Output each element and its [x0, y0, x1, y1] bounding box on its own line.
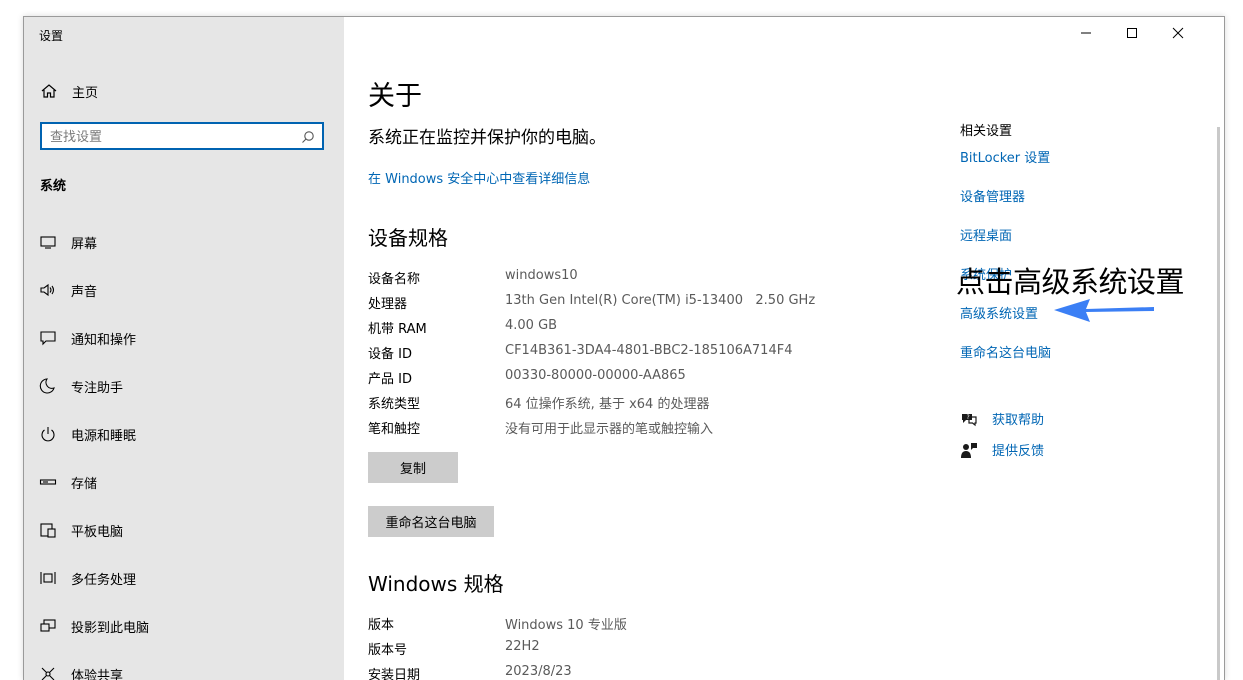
spec-label: 安装日期 [368, 664, 420, 680]
project-icon [39, 617, 57, 635]
home-label: 主页 [72, 82, 98, 101]
window-title: 设置 [39, 27, 63, 44]
speaker-icon [39, 281, 57, 299]
spec-label: 版本 [368, 614, 394, 633]
spec-value: 22H2 [505, 639, 540, 654]
sidebar-item-shared-experiences[interactable]: 体验共享 [24, 654, 344, 680]
storage-icon [39, 473, 57, 491]
feedback-icon [960, 441, 978, 459]
sidebar-item-notifications[interactable]: 通知和操作 [24, 318, 344, 358]
spec-value: Windows 10 专业版 [505, 614, 627, 633]
sidebar-item-power[interactable]: 电源和睡眠 [24, 414, 344, 454]
related-settings-heading: 相关设置 [960, 120, 1012, 139]
share-icon [39, 665, 57, 680]
minimize-icon [1080, 27, 1092, 39]
scrollbar[interactable] [1217, 127, 1220, 680]
security-status-text: 系统正在监控并保护你的电脑。 [368, 123, 606, 148]
spec-value: 13th Gen Intel(R) Core(TM) i5-13400 2.50… [505, 293, 815, 308]
sidebar: 设置 主页 系统 屏幕 声音 [24, 17, 344, 680]
sidebar-item-label: 声音 [71, 281, 97, 300]
sidebar-item-label: 电源和睡眠 [71, 425, 136, 444]
spec-label: 处理器 [368, 293, 407, 312]
spec-value: 2023/8/23 [505, 664, 572, 679]
spec-value: 4.00 GB [505, 318, 557, 333]
notification-icon [39, 329, 57, 347]
sidebar-item-label: 平板电脑 [71, 521, 123, 540]
annotation-arrow-icon [1050, 293, 1160, 327]
maximize-icon [1126, 27, 1138, 39]
sidebar-item-sound[interactable]: 声音 [24, 270, 344, 310]
settings-window: 设置 主页 系统 屏幕 声音 [23, 16, 1225, 680]
sidebar-item-project[interactable]: 投影到此电脑 [24, 606, 344, 646]
spec-label: 设备名称 [368, 268, 420, 287]
home-icon [40, 82, 58, 100]
sidebar-item-label: 体验共享 [71, 665, 123, 680]
spec-label: 版本号 [368, 639, 407, 658]
maximize-button[interactable] [1109, 17, 1155, 49]
bitlocker-link[interactable]: BitLocker 设置 [960, 147, 1050, 166]
device-manager-link[interactable]: 设备管理器 [960, 186, 1025, 205]
power-icon [39, 425, 57, 443]
spec-label: 设备 ID [368, 343, 412, 362]
sidebar-item-label: 存储 [71, 473, 97, 492]
help-icon: ? [960, 410, 978, 428]
sidebar-item-label: 专注助手 [71, 377, 123, 396]
copy-button[interactable]: 复制 [368, 452, 458, 483]
close-icon [1172, 27, 1184, 39]
get-help-label: 获取帮助 [992, 409, 1044, 428]
main-content: 关于 系统正在监控并保护你的电脑。 在 Windows 安全中心中查看详细信息 … [344, 17, 1224, 680]
sidebar-item-label: 投影到此电脑 [71, 617, 149, 636]
feedback-link[interactable]: 提供反馈 [960, 440, 1044, 459]
spec-label: 系统类型 [368, 393, 420, 412]
sidebar-item-storage[interactable]: 存储 [24, 462, 344, 502]
minimize-button[interactable] [1063, 17, 1109, 49]
tablet-icon [39, 521, 57, 539]
spec-value: 没有可用于此显示器的笔或触控输入 [505, 418, 713, 437]
moon-icon [39, 377, 57, 395]
sidebar-item-label: 屏幕 [71, 233, 97, 252]
spec-label: 机带 RAM [368, 318, 427, 337]
rename-pc-button[interactable]: 重命名这台电脑 [368, 506, 494, 537]
feedback-label: 提供反馈 [992, 440, 1044, 459]
security-center-link[interactable]: 在 Windows 安全中心中查看详细信息 [368, 168, 590, 187]
multitask-icon [39, 569, 57, 587]
search-icon[interactable] [301, 129, 315, 143]
sidebar-item-home[interactable]: 主页 [40, 81, 98, 101]
get-help-link[interactable]: ? 获取帮助 [960, 409, 1044, 428]
rename-pc-link[interactable]: 重命名这台电脑 [960, 342, 1051, 361]
sidebar-item-tablet[interactable]: 平板电脑 [24, 510, 344, 550]
monitor-icon [39, 233, 57, 251]
page-title: 关于 [368, 74, 422, 113]
section-title: 系统 [40, 175, 66, 194]
sidebar-item-display[interactable]: 屏幕 [24, 222, 344, 262]
spec-value: CF14B361-3DA4-4801-BBC2-185106A714F4 [505, 343, 792, 358]
sidebar-item-label: 通知和操作 [71, 329, 136, 348]
spec-value: windows10 [505, 268, 578, 283]
remote-desktop-link[interactable]: 远程桌面 [960, 225, 1012, 244]
spec-label: 产品 ID [368, 368, 412, 387]
windows-specs-heading: Windows 规格 [368, 568, 504, 597]
close-button[interactable] [1155, 17, 1201, 49]
spec-value: 00330-80000-00000-AA865 [505, 368, 686, 383]
spec-value: 64 位操作系统, 基于 x64 的处理器 [505, 393, 709, 412]
device-specs-heading: 设备规格 [368, 222, 448, 251]
search-input[interactable] [48, 127, 302, 147]
sidebar-item-multitasking[interactable]: 多任务处理 [24, 558, 344, 598]
sidebar-item-label: 多任务处理 [71, 569, 136, 588]
search-box[interactable] [40, 122, 324, 150]
sidebar-item-focus-assist[interactable]: 专注助手 [24, 366, 344, 406]
spec-label: 笔和触控 [368, 418, 420, 437]
advanced-system-settings-link[interactable]: 高级系统设置 [960, 303, 1038, 322]
svg-text:?: ? [967, 414, 970, 421]
